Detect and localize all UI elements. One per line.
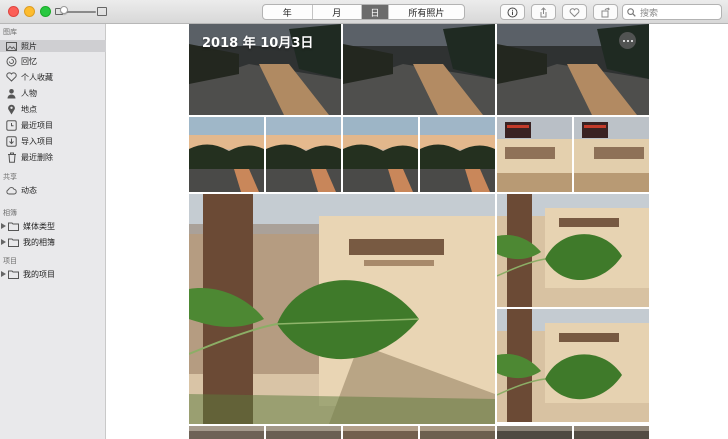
sidebar-item-label: 回忆 [21, 56, 37, 66]
section-header-albums: 相簿 [3, 209, 17, 217]
share-button[interactable] [531, 4, 556, 20]
tab-days[interactable]: 日 [362, 5, 389, 19]
photo-thumbnail[interactable] [497, 309, 649, 422]
tab-years[interactable]: 年 [263, 5, 313, 19]
tab-months[interactable]: 月 [313, 5, 363, 19]
trash-icon [6, 152, 17, 163]
photo-thumbnail[interactable] [266, 426, 341, 439]
photo-thumbnail[interactable] [343, 24, 495, 115]
sidebar-item-my-albums[interactable]: 我的相簿 [0, 236, 106, 248]
disclosure-triangle-icon[interactable] [0, 223, 7, 229]
sidebar-item-label: 最近项目 [21, 120, 53, 130]
sidebar-item-label: 媒体类型 [23, 221, 55, 231]
more-options-button[interactable] [619, 32, 636, 49]
close-window-button[interactable] [8, 6, 19, 17]
photo-thumbnail[interactable] [420, 426, 495, 439]
photo-thumbnail[interactable] [497, 426, 572, 439]
sidebar-item-label: 动态 [21, 185, 37, 195]
rotate-button[interactable] [593, 4, 618, 20]
sidebar-item-photos[interactable]: 照片 [0, 40, 106, 52]
sidebar-item-activity[interactable]: 动态 [0, 184, 106, 196]
photo-thumbnail[interactable] [189, 426, 264, 439]
photo-thumbnail[interactable] [497, 194, 649, 307]
photo-grid: 2018 年 10月3日 [107, 24, 728, 439]
clock-icon [6, 119, 17, 131]
disclosure-triangle-icon[interactable] [0, 271, 7, 277]
sidebar-item-media-types[interactable]: 媒体类型 [0, 220, 106, 232]
favorite-button[interactable] [562, 4, 587, 20]
heart-icon [569, 7, 580, 17]
sidebar-item-favorites[interactable]: 个人收藏 [0, 71, 106, 83]
import-icon [6, 135, 17, 147]
memories-icon [6, 56, 17, 67]
sidebar-item-places[interactable]: 地点 [0, 103, 106, 115]
sidebar-item-recently-deleted[interactable]: 最近删除 [0, 151, 106, 163]
photo-thumbnail[interactable] [189, 194, 495, 424]
share-icon [540, 6, 547, 17]
zoom-window-button[interactable] [40, 6, 51, 17]
sidebar-item-imports[interactable]: 导入项目 [0, 135, 106, 147]
section-header-library: 图库 [3, 28, 17, 36]
info-button[interactable] [500, 4, 525, 20]
photo-thumbnail[interactable] [266, 117, 341, 192]
sidebar-item-label: 个人收藏 [21, 72, 53, 82]
sidebar-item-label: 最近删除 [21, 152, 53, 162]
view-segmented-control: 年 月 日 所有照片 [262, 4, 465, 20]
pin-icon [6, 104, 17, 115]
photo-thumbnail[interactable] [343, 117, 418, 192]
zoom-in-icon[interactable] [97, 7, 107, 16]
folder-icon [8, 237, 19, 248]
sidebar-item-my-projects[interactable]: 我的项目 [0, 268, 106, 280]
sidebar-item-label: 我的相簿 [23, 237, 55, 247]
photos-icon [6, 41, 17, 52]
sidebar-item-label: 照片 [21, 41, 37, 51]
section-header-projects: 项目 [3, 257, 17, 265]
sidebar-item-label: 地点 [21, 104, 37, 114]
heart-icon [6, 72, 17, 83]
sidebar-item-label: 我的项目 [23, 269, 55, 279]
slider-knob[interactable] [60, 6, 68, 14]
rotate-icon [601, 6, 610, 17]
cloud-icon [6, 185, 17, 196]
photos-app-window: 年 月 日 所有照片 搜索 图库 照片 回忆 个人收藏 人物 地点 最近项目 导… [0, 0, 728, 439]
toolbar: 年 月 日 所有照片 搜索 [0, 0, 728, 24]
folder-icon [8, 221, 19, 232]
tab-all-photos[interactable]: 所有照片 [389, 5, 464, 19]
sidebar-item-label: 人物 [21, 88, 37, 98]
sidebar: 图库 照片 回忆 个人收藏 人物 地点 最近项目 导入项目 最近删除 共享 动态… [0, 24, 106, 439]
folder-icon [8, 269, 19, 280]
photo-thumbnail[interactable] [189, 117, 264, 192]
search-placeholder: 搜索 [640, 8, 659, 19]
sidebar-item-label: 导入项目 [21, 136, 53, 146]
sidebar-item-people[interactable]: 人物 [0, 87, 106, 99]
photo-thumbnail[interactable] [574, 426, 649, 439]
photo-thumbnail[interactable] [343, 426, 418, 439]
info-icon [507, 7, 518, 17]
date-section-title: 2018 年 10月3日 [202, 36, 314, 51]
search-field[interactable]: 搜索 [622, 4, 722, 20]
disclosure-triangle-icon[interactable] [0, 239, 7, 245]
photo-thumbnail[interactable] [497, 117, 572, 192]
section-header-shared: 共享 [3, 173, 17, 181]
photo-thumbnail[interactable] [574, 117, 649, 192]
sidebar-item-memories[interactable]: 回忆 [0, 55, 106, 67]
person-icon [6, 88, 17, 99]
minimize-window-button[interactable] [24, 6, 35, 17]
sidebar-item-recents[interactable]: 最近项目 [0, 119, 106, 131]
photo-thumbnail[interactable] [420, 117, 495, 192]
search-icon [627, 7, 636, 17]
